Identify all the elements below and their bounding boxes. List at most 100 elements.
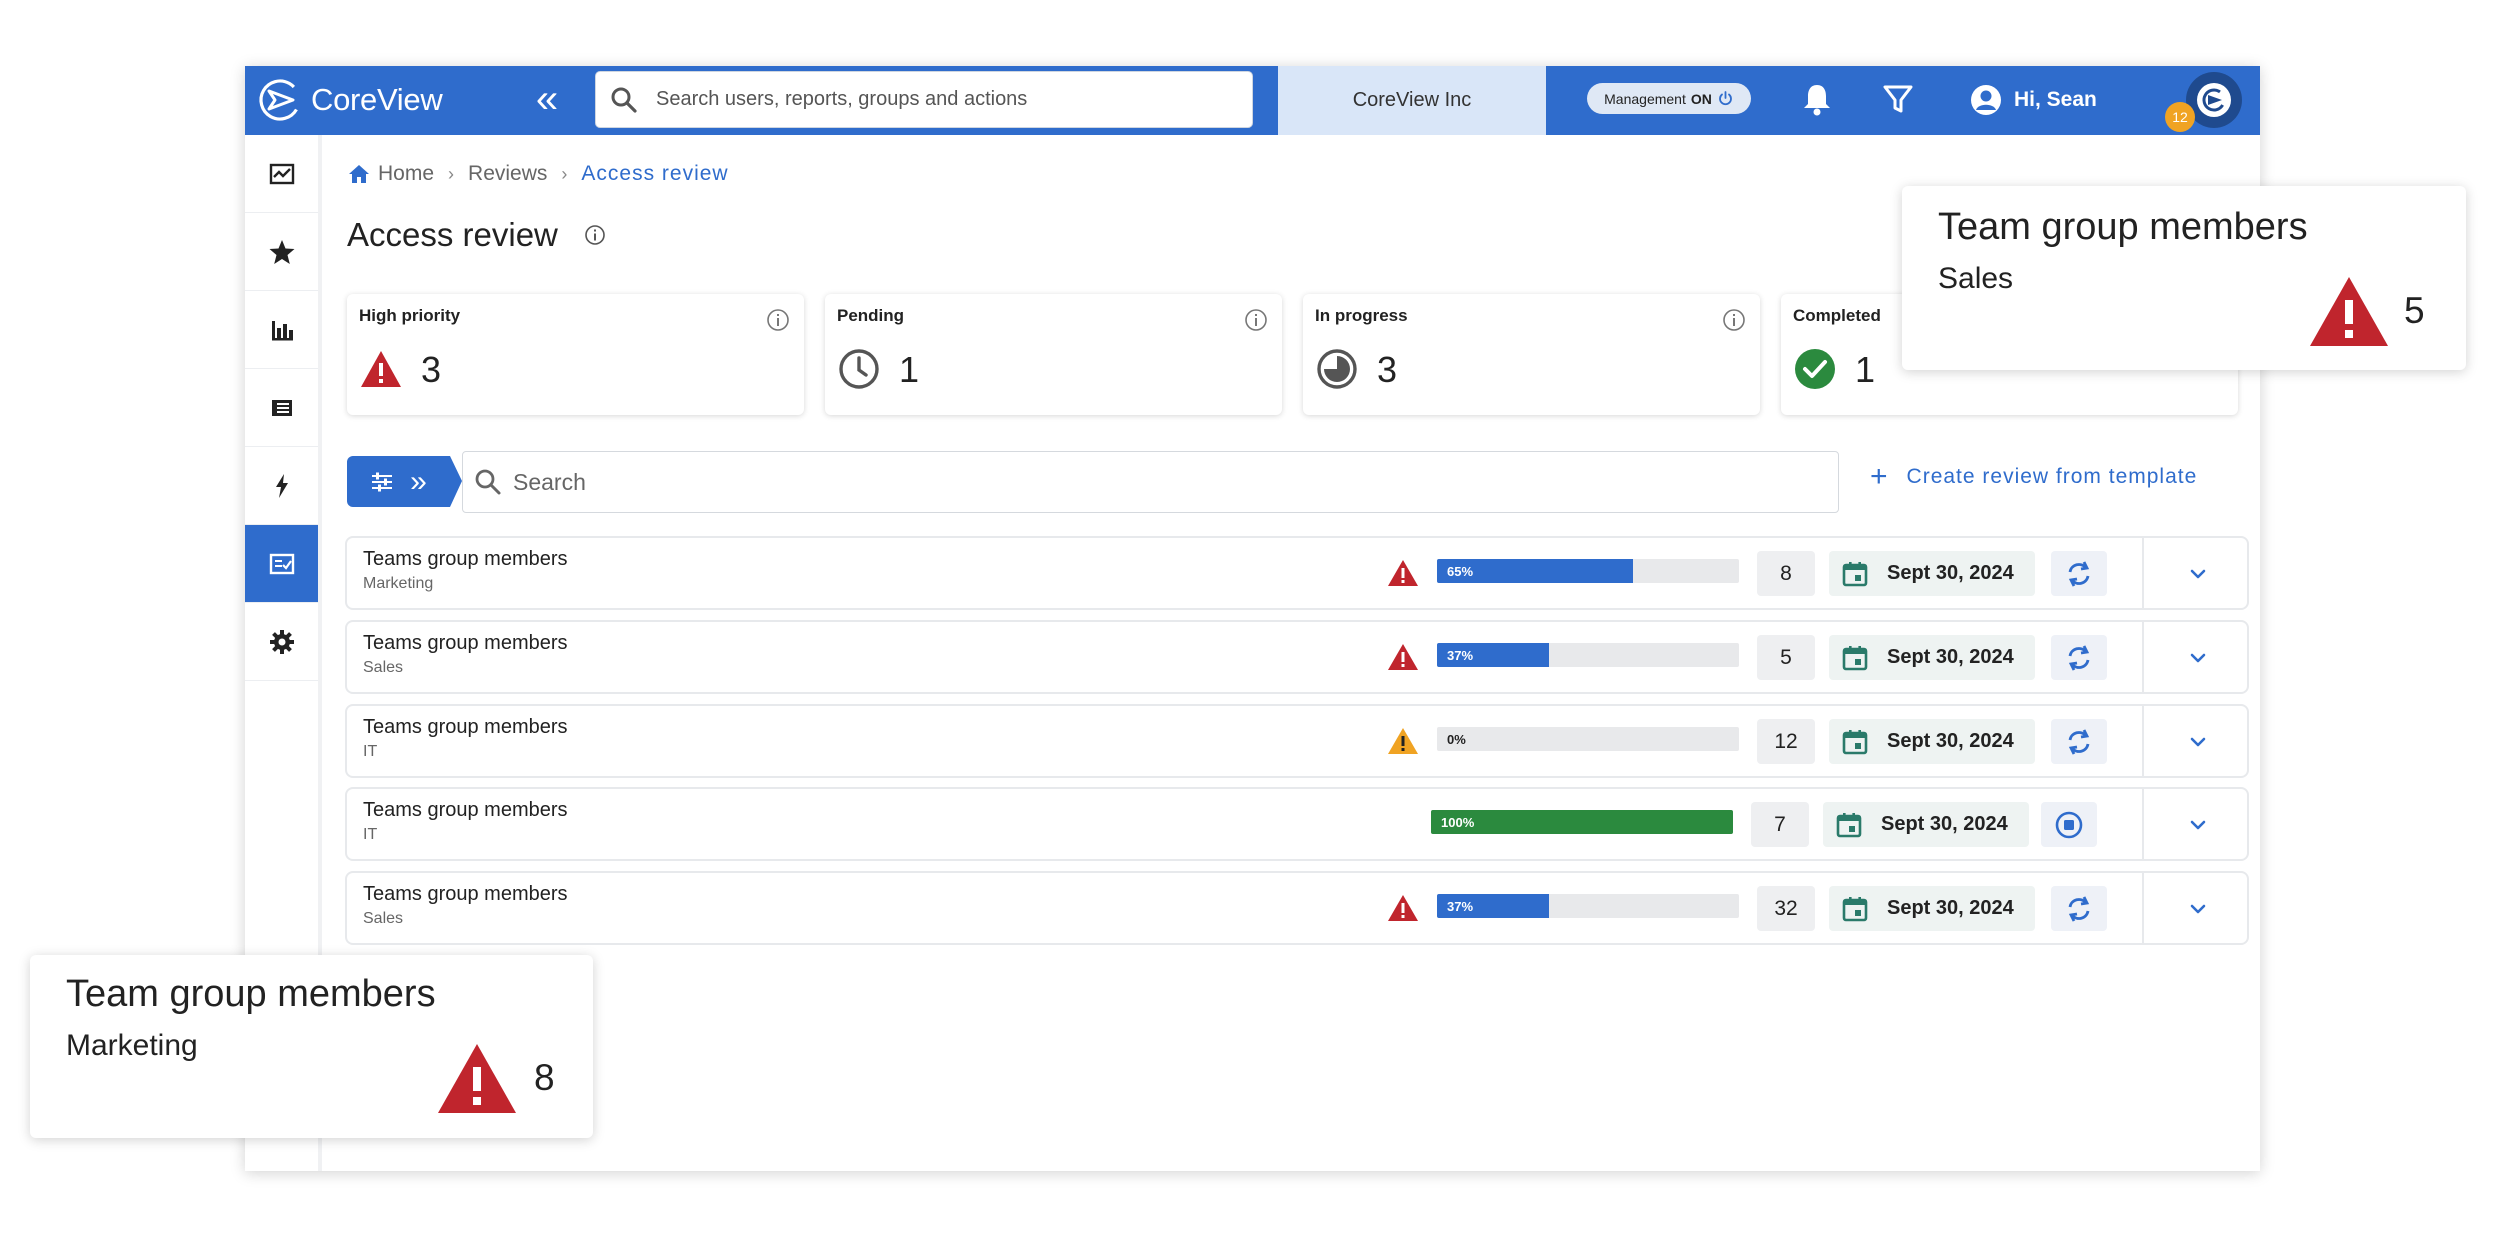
review-title: Teams group members — [363, 716, 568, 738]
review-group: Marketing — [363, 575, 434, 592]
stat-card-high-priority[interactable]: High priority 3 — [347, 294, 804, 415]
user-menu[interactable]: Hi, Sean — [1970, 82, 2097, 118]
top-bar: CoreView « Search users, reports, groups… — [245, 66, 2260, 135]
global-search-input[interactable]: Search users, reports, groups and action… — [595, 71, 1253, 128]
list-icon — [271, 399, 292, 416]
chevron-down-icon[interactable] — [2185, 561, 2211, 587]
review-search-input[interactable]: Search — [462, 451, 1839, 513]
progress-bar: 37% — [1437, 894, 1739, 918]
breadcrumb-home[interactable]: Home — [348, 162, 434, 186]
sidebar-item-lists[interactable] — [245, 369, 318, 447]
warning-icon — [1388, 895, 1418, 921]
chevron-down-icon[interactable] — [2185, 896, 2211, 922]
create-review-button[interactable]: + Create review from template — [1870, 462, 2198, 492]
bell-icon[interactable] — [1800, 81, 1834, 117]
callout-marketing: Team group members Marketing 8 — [30, 955, 593, 1138]
check-circle-icon — [1795, 349, 1835, 389]
search-icon — [611, 87, 637, 113]
review-title: Teams group members — [363, 632, 568, 654]
progress-pie-icon — [1317, 349, 1357, 389]
warning-icon — [438, 1044, 516, 1113]
review-group: Sales — [363, 910, 404, 927]
review-group: IT — [363, 743, 378, 760]
warning-icon — [1388, 560, 1418, 586]
clock-icon — [839, 349, 879, 389]
gear-icon — [269, 629, 294, 654]
info-icon[interactable] — [1722, 308, 1746, 332]
due-date: Sept 30, 2024 — [1829, 886, 2035, 931]
calendar-icon — [1842, 896, 1868, 921]
callout-subtitle: Sales — [1938, 262, 2014, 295]
progress-label: 100% — [1441, 815, 1475, 830]
review-title: Teams group members — [363, 548, 568, 570]
sidebar-item-settings[interactable] — [245, 603, 318, 681]
stat-card-label: Completed — [1793, 306, 1881, 325]
refresh-button[interactable] — [2051, 551, 2107, 596]
refresh-button[interactable] — [2051, 886, 2107, 931]
review-count: 32 — [1757, 886, 1815, 931]
sidebar-item-actions[interactable] — [245, 447, 318, 525]
notification-badge: 12 — [2165, 102, 2195, 132]
review-group: Sales — [363, 659, 404, 676]
sidebar-item-reviews[interactable] — [245, 525, 318, 603]
management-toggle[interactable]: Management ON — [1587, 83, 1751, 114]
page-title: Access review — [347, 216, 558, 253]
logo[interactable]: CoreView — [257, 74, 443, 126]
review-count: 8 — [1757, 551, 1815, 596]
review-row[interactable]: Teams group members Sales 37% 32 Sept 30, 20… — [347, 873, 2247, 943]
stat-card-pending[interactable]: Pending 1 — [825, 294, 1282, 415]
info-icon[interactable] — [766, 308, 790, 332]
row-divider — [2142, 706, 2144, 776]
chevron-down-icon[interactable] — [2185, 729, 2211, 755]
calendar-icon — [1836, 812, 1862, 837]
logo-text: CoreView — [311, 82, 443, 117]
row-divider — [2142, 873, 2144, 943]
review-count: 12 — [1757, 719, 1815, 764]
sidebar-item-reports[interactable] — [245, 291, 318, 369]
due-date-text: Sept 30, 2024 — [1887, 730, 2014, 752]
filter-icon[interactable] — [1882, 82, 1914, 116]
review-row[interactable]: Teams group members Marketing 65% 8 Sept 30,… — [347, 538, 2247, 608]
star-icon — [269, 239, 294, 264]
sidebar-item-favorites[interactable] — [245, 213, 318, 291]
collapse-sidebar-icon[interactable]: « — [527, 78, 567, 122]
stat-card-in-progress[interactable]: In progress 3 — [1303, 294, 1760, 415]
progress-bar: 0% — [1437, 727, 1739, 751]
checklist-icon — [269, 553, 294, 574]
callout-subtitle: Marketing — [66, 1029, 198, 1062]
create-review-label: Create review from template — [1906, 465, 2198, 488]
breadcrumb-current: Access review — [581, 162, 729, 185]
user-greeting: Hi, Sean — [2014, 88, 2097, 111]
review-row[interactable]: Teams group members IT 0% 12 Sept 30, 2024 — [347, 706, 2247, 776]
callout-value: 8 — [534, 1057, 555, 1098]
warning-icon — [1388, 644, 1418, 670]
review-row[interactable]: Teams group members IT 100% 7 Sept 30, 2024 — [347, 789, 2247, 859]
dashboard-icon — [269, 163, 294, 184]
review-row[interactable]: Teams group members Sales 37% 5 Sept 30, 202… — [347, 622, 2247, 692]
review-count: 5 — [1757, 635, 1815, 680]
sidebar-item-dashboard[interactable] — [245, 135, 318, 213]
home-icon — [349, 165, 369, 183]
refresh-button[interactable] — [2051, 635, 2107, 680]
stop-button[interactable] — [2041, 802, 2097, 847]
search-icon — [475, 469, 501, 495]
review-title: Teams group members — [363, 799, 568, 821]
sliders-icon — [372, 472, 393, 491]
due-date-text: Sept 30, 2024 — [1887, 646, 2014, 668]
due-date-text: Sept 30, 2024 — [1881, 813, 2008, 835]
callout-title: Team group members — [1938, 206, 2308, 248]
chevron-down-icon[interactable] — [2185, 812, 2211, 838]
calendar-icon — [1842, 561, 1868, 586]
refresh-button[interactable] — [2051, 719, 2107, 764]
stat-card-value: 1 — [1855, 349, 1876, 390]
breadcrumb-reviews[interactable]: Reviews — [468, 162, 547, 186]
bar-chart-icon — [271, 320, 293, 340]
callout-title: Team group members — [66, 973, 436, 1015]
info-icon[interactable] — [584, 224, 606, 246]
progress-bar: 100% — [1431, 810, 1733, 834]
info-icon[interactable] — [1244, 308, 1268, 332]
due-date: Sept 30, 2024 — [1829, 635, 2035, 680]
filter-panel-button[interactable]: » — [347, 456, 462, 507]
chevron-down-icon[interactable] — [2185, 645, 2211, 671]
tenant-selector[interactable]: CoreView Inc — [1278, 66, 1546, 135]
